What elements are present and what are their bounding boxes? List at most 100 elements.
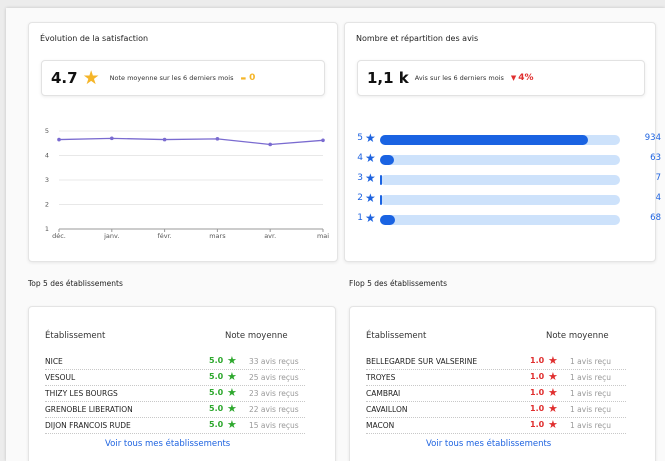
top5-col-name: Établissement [45,331,106,341]
establishment-name: THIZY LES BOURGS [45,389,118,398]
distribution-bar-track [380,135,620,145]
data-point [57,137,61,142]
establishment-review-count: 1 avis reçu [570,405,611,414]
distribution-bar-track [380,155,620,165]
x-tick-label: avr. [264,232,276,240]
avis-value: 1,1 k [367,69,409,87]
table-row[interactable]: MACON 1.0 ★ 1 avis reçu [366,418,626,434]
distribution-count: 63 [650,153,661,163]
table-row[interactable]: CAVAILLON 1.0 ★ 1 avis reçu [366,402,626,418]
star-icon: ★ [227,386,237,399]
star-icon: ★ [227,370,237,383]
distribution-row: 2 ★ 4 [353,191,663,207]
y-tick-label: 5 [45,127,49,135]
satisfaction-card: Évolution de la satisfaction 4.7 ★ Note … [28,22,338,262]
star-icon: ★ [82,66,100,89]
satisfaction-trend: 0 [249,73,256,83]
x-tick-label: mai [317,232,329,240]
data-point [268,142,272,147]
star-icon: ★ [548,402,558,415]
star-icon: ★ [548,354,558,367]
establishment-note: 1.0 [530,388,545,397]
establishment-review-count: 1 avis reçu [570,421,611,430]
distribution-stars-label: 5 [357,133,363,143]
table-row[interactable]: DIJON FRANCOIS RUDE 5.0 ★ 15 avis reçus [45,418,305,434]
satisfaction-title: Évolution de la satisfaction [40,34,149,43]
trend-down-icon: ▼ [510,74,517,82]
series-line [58,137,324,146]
distribution-count: 4 [655,193,661,203]
top5-see-all-link[interactable]: Voir tous mes établissements [105,439,230,449]
establishment-name: TROYES [366,373,396,382]
star-icon: ★ [365,151,376,165]
table-row[interactable]: VESOUL 5.0 ★ 25 avis reçus [45,370,305,386]
satisfaction-desc: Note moyenne sur les 6 derniers mois [109,74,234,82]
establishment-review-count: 23 avis reçus [249,389,299,398]
establishment-review-count: 33 avis reçus [249,357,299,366]
flop5-card: Établissement Note moyenne BELLEGARDE SU… [349,306,656,461]
avis-title: Nombre et répartition des avis [356,34,479,43]
distribution-bar-fill [380,135,588,145]
distribution-bar-fill [380,175,382,185]
star-icon: ★ [227,354,237,367]
establishment-note: 5.0 [209,420,224,429]
establishment-name: BELLEGARDE SUR VALSERINE [366,357,478,366]
establishment-note: 5.0 [209,372,224,381]
x-tick-label: déc. [52,232,66,240]
establishment-note: 5.0 [209,388,224,397]
table-row[interactable]: NICE 5.0 ★ 33 avis reçus [45,354,305,370]
star-icon: ★ [365,131,376,145]
distribution-stars-label: 1 [357,213,363,223]
x-tick-label: janv. [103,232,119,240]
establishment-review-count: 22 avis reçus [249,405,299,414]
satisfaction-value: 4.7 [51,69,78,87]
top5-title: Top 5 des établissements [28,279,123,288]
establishment-review-count: 1 avis reçu [570,357,611,366]
star-icon: ★ [548,386,558,399]
establishment-name: DIJON FRANCOIS RUDE [45,421,131,430]
establishment-note: 5.0 [209,404,224,413]
distribution-bar-fill [380,195,382,205]
x-tick-label: févr. [157,232,171,240]
distribution-bar-fill [380,155,394,165]
table-row[interactable]: TROYES 1.0 ★ 1 avis reçu [366,370,626,386]
establishment-note: 5.0 [209,356,224,365]
distribution-bar-track [380,175,620,185]
distribution-bar-track [380,215,620,225]
star-icon: ★ [227,402,237,415]
star-icon: ★ [227,418,237,431]
establishment-review-count: 15 avis reçus [249,421,299,430]
satisfaction-kpi: 4.7 ★ Note moyenne sur les 6 derniers mo… [41,60,325,96]
table-row[interactable]: BELLEGARDE SUR VALSERINE 1.0 ★ 1 avis reçu [366,354,626,370]
flop5-see-all-link[interactable]: Voir tous mes établissements [426,439,551,449]
establishment-review-count: 25 avis reçus [249,373,299,382]
distribution-count: 68 [650,213,661,223]
x-tick-label: mars [209,232,226,240]
establishment-name: MACON [366,421,395,430]
distribution-count: 934 [644,133,661,143]
table-row[interactable]: CAMBRAI 1.0 ★ 1 avis reçu [366,386,626,402]
y-tick-label: 1 [45,225,49,233]
top5-col-note: Note moyenne [225,331,288,341]
star-icon: ★ [548,370,558,383]
star-icon: ★ [365,211,376,225]
flop5-col-name: Établissement [366,331,427,341]
establishment-review-count: 1 avis reçu [570,389,611,398]
data-point [321,138,325,143]
establishment-name: VESOUL [45,373,76,382]
avis-desc: Avis sur les 6 derniers mois [414,74,504,82]
establishment-note: 1.0 [530,372,545,381]
star-icon: ★ [365,191,376,205]
establishment-name: CAVAILLON [366,405,408,414]
distribution-stars-label: 3 [357,173,363,183]
distribution-row: 4 ★ 63 [353,151,663,167]
distribution-bar-fill [380,215,396,225]
distribution-row: 5 ★ 934 [353,131,663,147]
distribution-bar-track [380,195,620,205]
y-tick-label: 3 [45,176,49,184]
table-row[interactable]: THIZY LES BOURGS 5.0 ★ 23 avis reçus [45,386,305,402]
avis-kpi: 1,1 k Avis sur les 6 derniers mois ▼ 4% [357,60,645,96]
flop5-col-note: Note moyenne [546,331,609,341]
establishment-note: 1.0 [530,420,545,429]
table-row[interactable]: GRENOBLE LIBERATION 5.0 ★ 22 avis reçus [45,402,305,418]
